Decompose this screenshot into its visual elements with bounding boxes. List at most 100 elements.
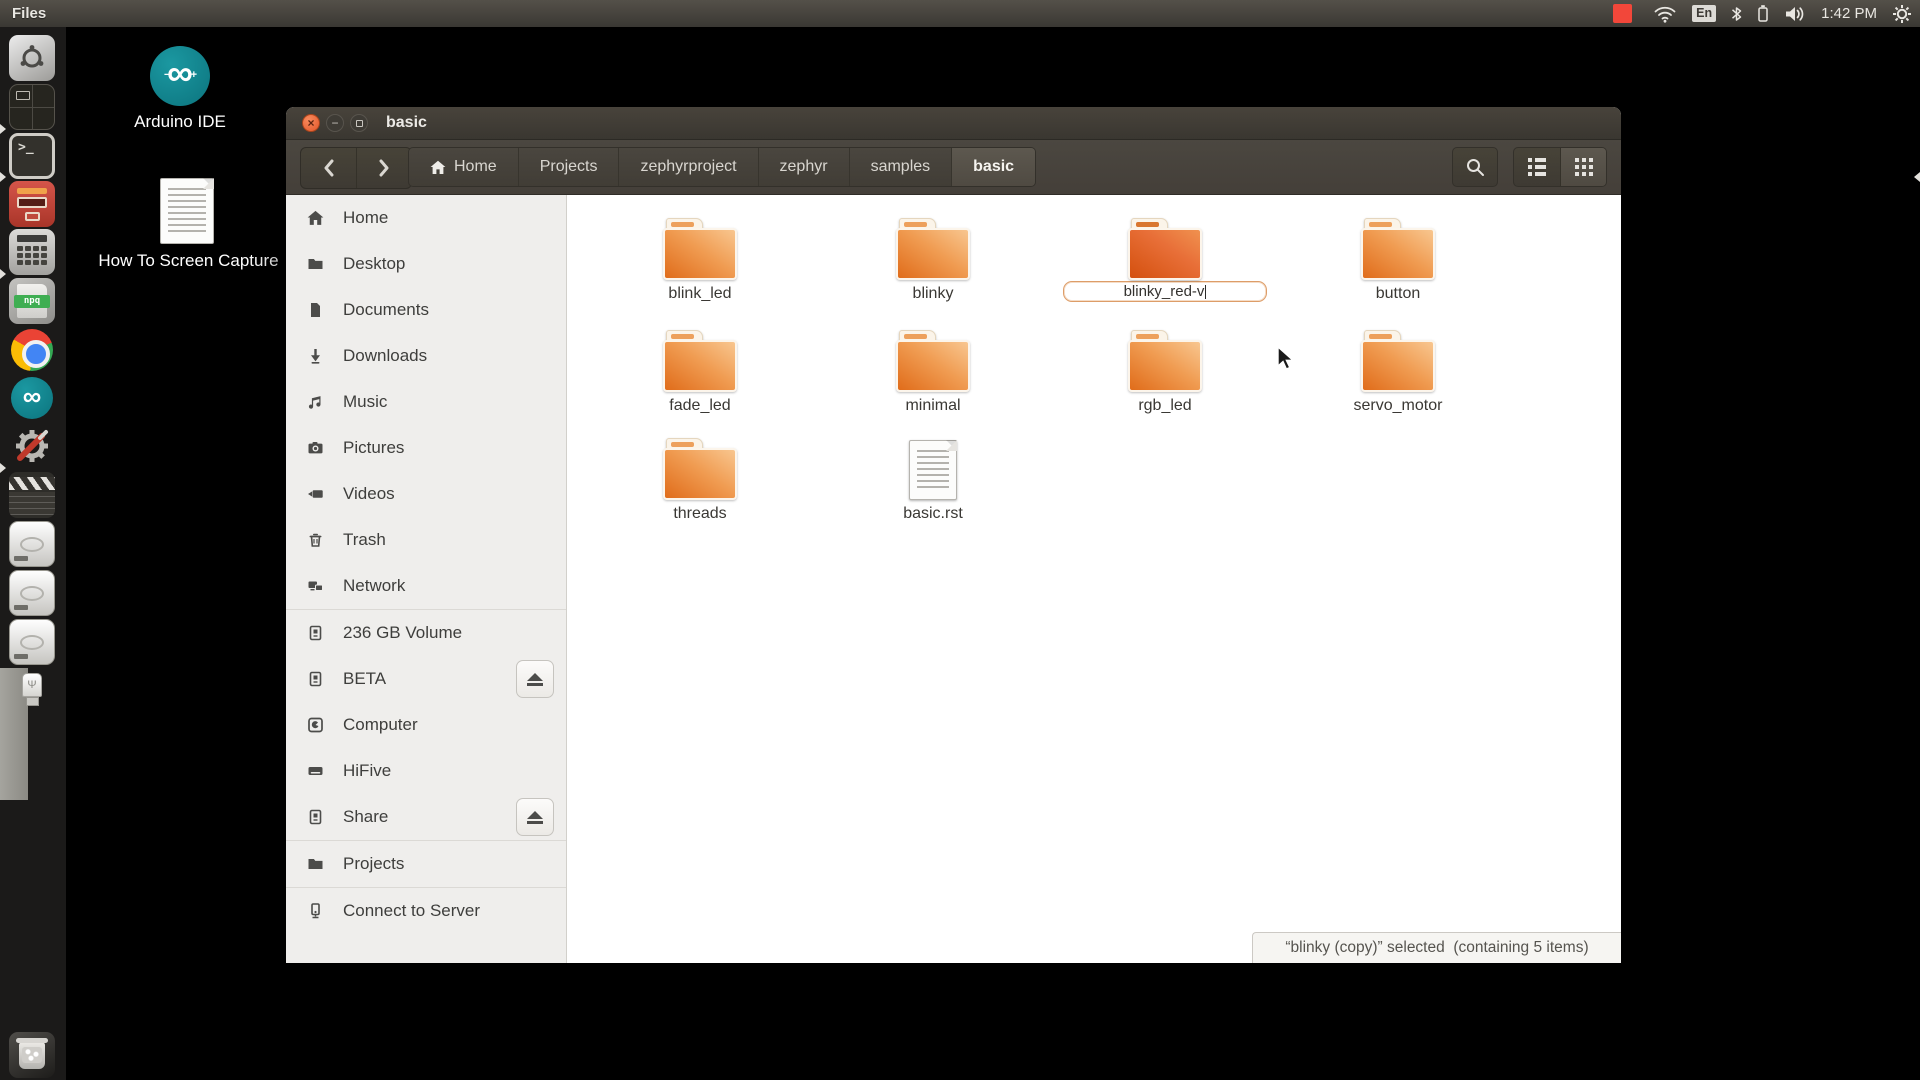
focused-indicator xyxy=(1914,172,1920,182)
sidebar-item-network[interactable]: Network xyxy=(286,563,566,609)
music-notes-icon xyxy=(307,394,324,410)
sidebar-item-home[interactable]: Home xyxy=(286,195,566,241)
sidebar-item-downloads[interactable]: Downloads xyxy=(286,333,566,379)
file-item-rgb_led[interactable]: rgb_led xyxy=(1055,330,1275,434)
folder-icon-selected xyxy=(1128,218,1202,280)
sidebar-item-share[interactable]: Share xyxy=(286,794,566,840)
desktop-icon-arduino-ide[interactable]: ∞ − + xyxy=(150,46,210,106)
sidebar-item-projects[interactable]: Projects xyxy=(286,841,566,887)
status-bar: “blinky (copy)” selected (containing 5 i… xyxy=(1252,932,1621,963)
breadcrumb-basic[interactable]: basic xyxy=(951,148,1035,186)
dock-item-arduino[interactable]: ∞ xyxy=(9,375,55,421)
maximize-button[interactable] xyxy=(350,114,368,132)
list-view-icon xyxy=(1528,158,1546,176)
sidebar-item-videos[interactable]: Videos xyxy=(286,471,566,517)
minimize-button[interactable]: − xyxy=(326,114,344,132)
dock-item-ubuntu-dash[interactable] xyxy=(9,35,55,81)
dock-item-files[interactable] xyxy=(9,181,55,227)
toolbar: Home Projects zephyrproject zephyr sampl… xyxy=(286,140,1621,195)
desktop-icon-howto-screen-capture[interactable] xyxy=(160,178,214,244)
file-item-blinky[interactable]: blinky xyxy=(823,218,1043,322)
close-button[interactable]: × xyxy=(302,114,320,132)
sidebar-item-documents[interactable]: Documents xyxy=(286,287,566,333)
app-menu-title[interactable]: Files xyxy=(12,5,46,22)
eject-button[interactable] xyxy=(516,660,554,698)
file-item-basic-rst[interactable]: basic.rst xyxy=(823,438,1043,542)
file-item-renaming[interactable]: blinky_red-v xyxy=(1055,218,1275,322)
dock-item-harddisk-3[interactable] xyxy=(9,619,55,665)
trash-icon xyxy=(307,532,324,548)
search-button[interactable] xyxy=(1452,147,1498,187)
sidebar-item-desktop[interactable]: Desktop xyxy=(286,241,566,287)
file-item-minimal[interactable]: minimal xyxy=(823,330,1043,434)
file-item-threads[interactable]: threads xyxy=(590,438,810,542)
file-item-blink_led[interactable]: blink_led xyxy=(590,218,810,322)
sidebar-item-connect-to-server[interactable]: Connect to Server xyxy=(286,888,566,934)
trash-can-icon xyxy=(19,1042,45,1069)
rename-input[interactable]: blinky_red-v xyxy=(1063,281,1267,302)
dock-item-harddisk-1[interactable] xyxy=(9,521,55,567)
sidebar-item-beta[interactable]: BETA xyxy=(286,656,566,702)
calculator-display xyxy=(17,235,47,242)
desktop-icon-label[interactable]: How To Screen Capture xyxy=(76,251,301,271)
running-indicator xyxy=(0,172,6,182)
eject-button[interactable] xyxy=(516,798,554,836)
dock-item-harddisk-2[interactable] xyxy=(9,570,55,616)
breadcrumb-samples[interactable]: samples xyxy=(849,148,952,186)
file-grid: blink_led blinky blinky_red-v button fad… xyxy=(568,195,1621,963)
battery-icon[interactable] xyxy=(1757,4,1769,23)
breadcrumb-zephyr[interactable]: zephyr xyxy=(758,148,849,186)
harddisk-icon xyxy=(20,537,44,552)
back-button[interactable] xyxy=(301,148,356,188)
bluetooth-icon[interactable] xyxy=(1731,5,1742,23)
dock-item-calculator[interactable] xyxy=(9,229,55,275)
file-item-servo_motor[interactable]: servo_motor xyxy=(1288,330,1508,434)
sidebar-item-computer[interactable]: Computer xyxy=(286,702,566,748)
file-item-fade_led[interactable]: fade_led xyxy=(590,330,810,434)
desktop-icon-label[interactable]: Arduino IDE xyxy=(100,112,260,132)
folder-icon xyxy=(896,218,970,280)
folder-icon xyxy=(307,256,324,272)
recording-indicator-icon[interactable] xyxy=(1613,4,1632,23)
breadcrumb-projects[interactable]: Projects xyxy=(518,148,619,186)
dock-item-usb-drive[interactable]: Ψ xyxy=(9,668,55,714)
sidebar-item-hifive[interactable]: HiFive xyxy=(286,748,566,794)
grid-view-icon xyxy=(1575,158,1593,176)
wifi-icon[interactable] xyxy=(1653,4,1677,24)
titlebar[interactable]: × − basic xyxy=(286,107,1621,140)
camera-icon xyxy=(307,440,324,456)
dock-item-chrome[interactable] xyxy=(9,327,55,373)
notepadqq-label: npq xyxy=(14,295,50,308)
network-icon xyxy=(307,578,324,594)
clock[interactable]: 1:42 PM xyxy=(1821,5,1877,22)
sidebar-item-music[interactable]: Music xyxy=(286,379,566,425)
notepadqq-page: npq xyxy=(17,284,47,318)
dock-item-workspace-switcher[interactable] xyxy=(9,84,55,130)
file-manager-window: × − basic Home Projects zephyrproject ze… xyxy=(286,107,1621,963)
breadcrumb-zephyrproject[interactable]: zephyrproject xyxy=(618,148,757,186)
dock-item-notepadqq[interactable]: npq xyxy=(9,278,55,324)
dock-item-system-settings[interactable] xyxy=(9,423,55,469)
sidebar-item-trash[interactable]: Trash xyxy=(286,517,566,563)
forward-button[interactable] xyxy=(356,148,411,188)
keyboard-layout-indicator[interactable]: En xyxy=(1692,5,1716,22)
dock-item-video-editor[interactable] xyxy=(9,472,55,518)
file-item-button[interactable]: button xyxy=(1288,218,1508,322)
search-icon xyxy=(1465,157,1485,177)
harddisk-icon xyxy=(20,586,44,601)
home-icon xyxy=(307,210,324,226)
sidebar-item-pictures[interactable]: Pictures xyxy=(286,425,566,471)
clapperboard-base xyxy=(9,492,55,515)
sidebar-item-236gb-volume[interactable]: 236 GB Volume xyxy=(286,610,566,656)
volume-icon[interactable] xyxy=(1784,5,1806,23)
dock-item-terminal[interactable]: >_ xyxy=(9,133,55,179)
breadcrumb: Home Projects zephyrproject zephyr sampl… xyxy=(408,147,1036,187)
document-icon xyxy=(909,440,957,500)
workspace-window-icon xyxy=(16,91,30,100)
gear-tool-icon xyxy=(12,426,52,466)
dock-item-trash[interactable] xyxy=(9,1032,55,1078)
breadcrumb-home[interactable]: Home xyxy=(409,148,518,186)
grid-view-button[interactable] xyxy=(1560,148,1606,186)
list-view-button[interactable] xyxy=(1514,148,1560,186)
session-gear-icon[interactable] xyxy=(1892,4,1912,24)
